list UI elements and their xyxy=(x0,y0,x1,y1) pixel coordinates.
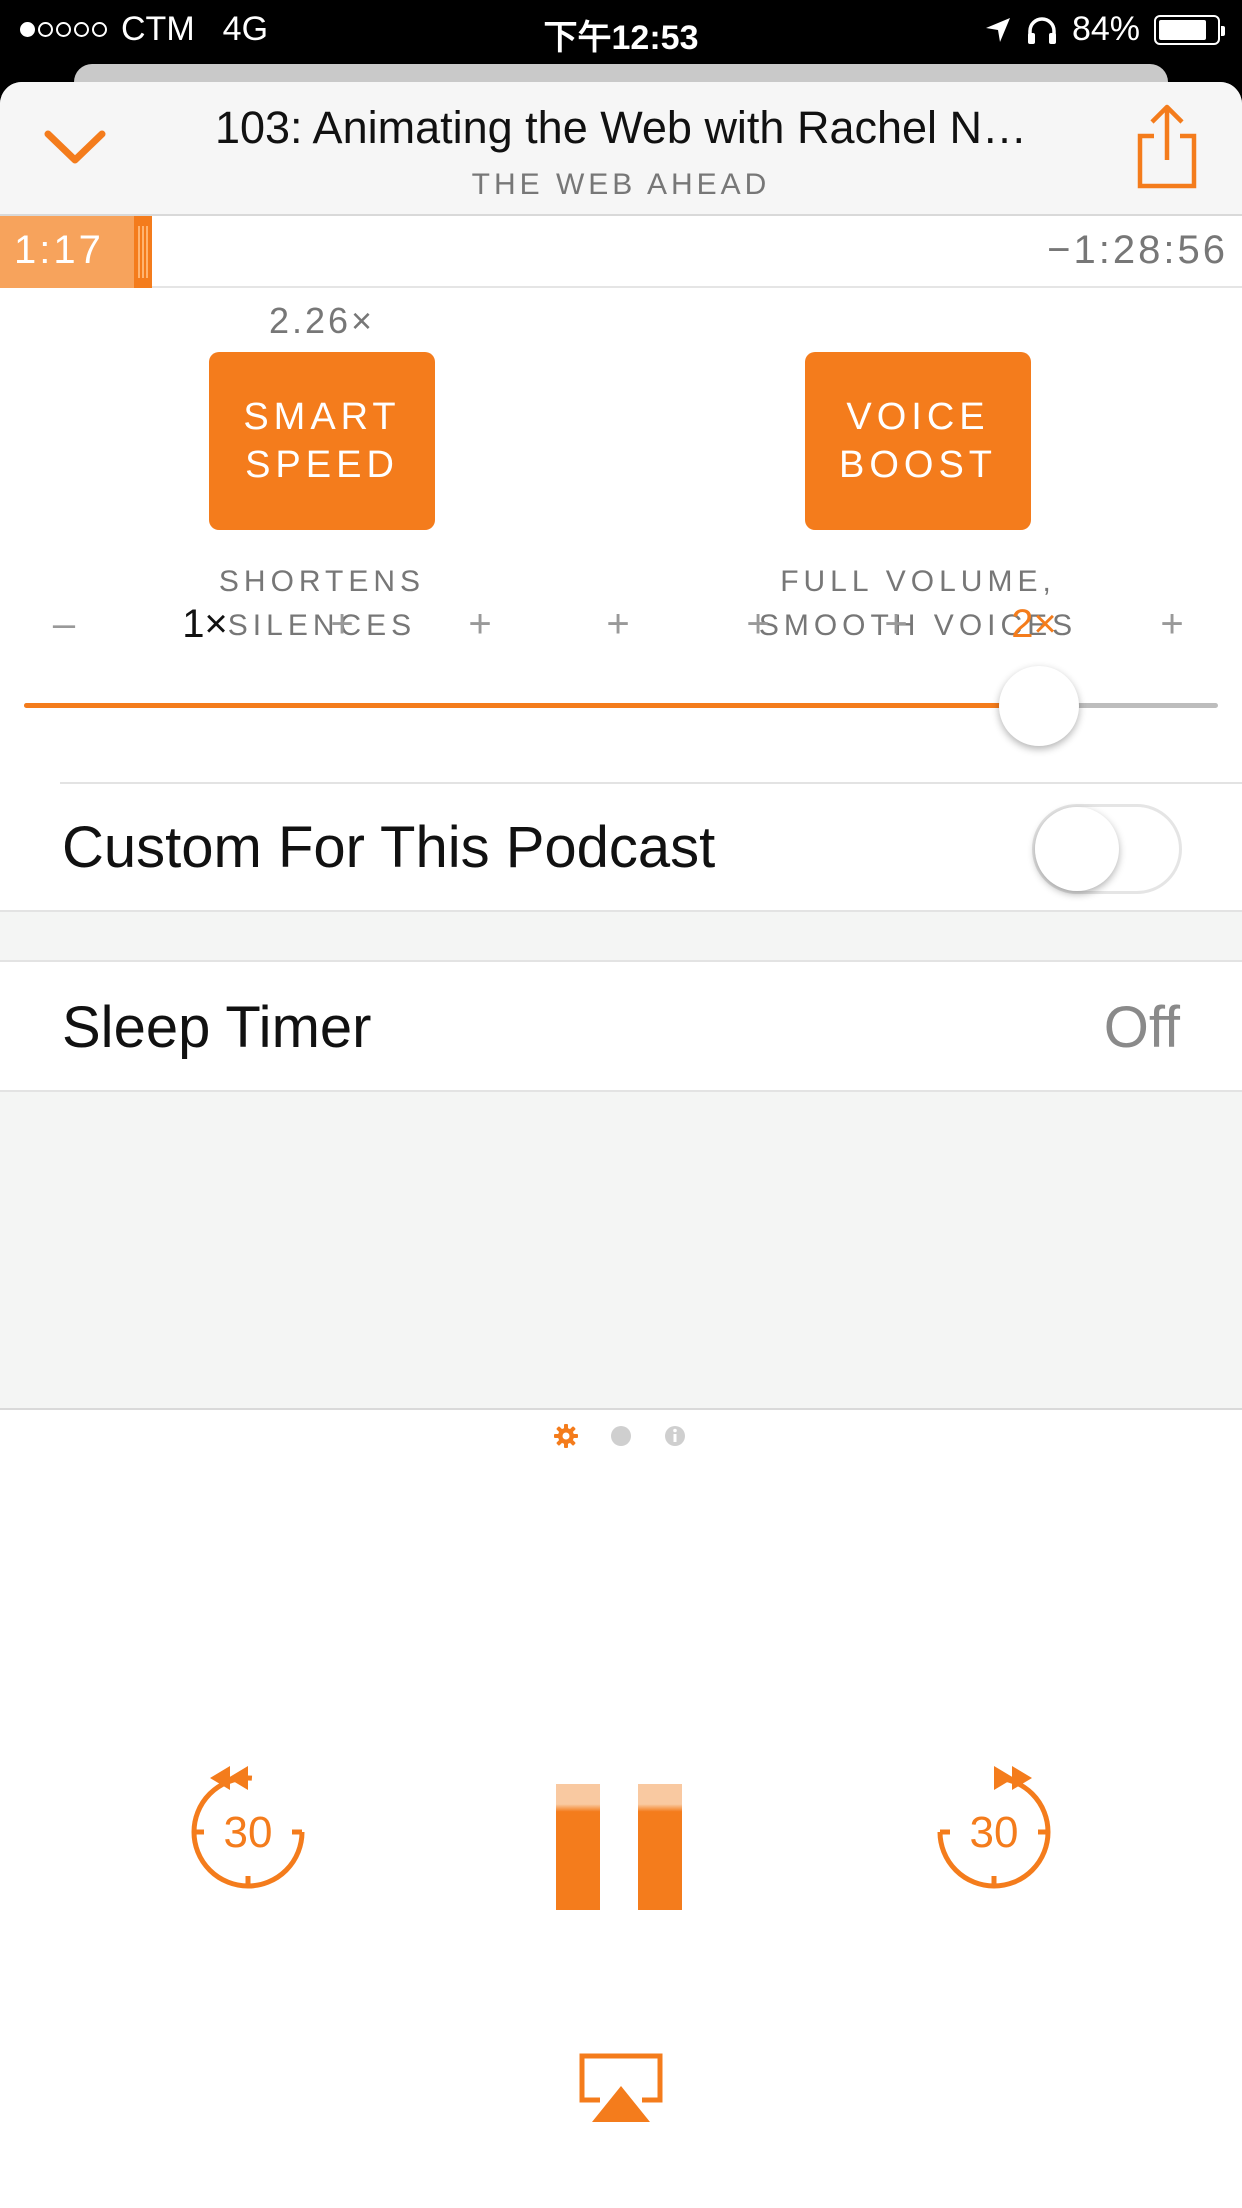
skip-forward-30-icon[interactable]: 30 xyxy=(914,1752,1074,1912)
speed-tick[interactable]: + xyxy=(1132,602,1212,647)
custom-for-podcast-label: Custom For This Podcast xyxy=(62,815,716,880)
smart-speed-value: 2.26× xyxy=(268,300,376,341)
smart-speed-effect: 2.26× SMART SPEED SHORTENS SILENCES xyxy=(122,300,522,648)
info-icon[interactable] xyxy=(661,1422,689,1450)
skip-back-amount: 30 xyxy=(224,1808,273,1857)
speed-tick[interactable]: + xyxy=(856,602,936,647)
skip-back-30-icon[interactable]: 30 xyxy=(168,1752,328,1912)
speed-tick[interactable]: + xyxy=(578,602,658,647)
voice-boost-button[interactable]: VOICE BOOST xyxy=(805,352,1031,530)
episode-title: 103: Animating the Web with Rachel N… xyxy=(214,102,1028,153)
voice-boost-label-line2: BOOST xyxy=(838,444,998,486)
toggle-knob xyxy=(1035,807,1119,891)
headphones-icon xyxy=(1027,16,1056,44)
voice-boost-label-line1: VOICE xyxy=(846,396,990,438)
status-right: 84% xyxy=(984,10,1225,49)
share-icon[interactable] xyxy=(1132,102,1202,192)
now-playing-card: 103: Animating the Web with Rachel N… TH… xyxy=(0,82,1242,2208)
custom-for-podcast-row: Custom For This Podcast xyxy=(0,782,1242,912)
smart-speed-label-line2: SPEED xyxy=(245,444,399,486)
smart-speed-button[interactable]: SMART SPEED xyxy=(209,352,435,530)
gear-icon[interactable] xyxy=(552,1422,580,1450)
progress-scrubber-handle[interactable] xyxy=(134,216,152,288)
sleep-timer-value: Off xyxy=(1103,995,1180,1060)
smart-speed-desc-line1: SHORTENS xyxy=(218,565,426,598)
speed-tick[interactable]: + xyxy=(718,602,798,647)
slider-fill xyxy=(24,703,1039,708)
playback-controls: 30 30 xyxy=(0,1742,1242,2002)
airplay-icon[interactable] xyxy=(578,2052,664,2126)
page-indicator xyxy=(0,1422,1242,1458)
section-separator xyxy=(0,912,1242,960)
speed-tick-labels: – 1× + + + + + 2× + xyxy=(0,602,1242,672)
smart-speed-label-line1: SMART xyxy=(243,396,401,438)
player-header: 103: Animating the Web with Rachel N… TH… xyxy=(0,82,1242,216)
chevron-down-icon[interactable] xyxy=(40,124,110,174)
episode-progress-bar[interactable]: 1:17 −1:28:56 xyxy=(0,216,1242,288)
sleep-timer-row[interactable]: Sleep Timer Off xyxy=(0,960,1242,1092)
voice-boost-desc-line1: FULL VOLUME, xyxy=(780,565,1056,598)
page-dot-icon[interactable] xyxy=(607,1422,635,1450)
custom-for-podcast-toggle[interactable] xyxy=(1032,804,1182,894)
speed-tick[interactable]: 1× xyxy=(165,602,245,647)
speed-tick[interactable]: – xyxy=(24,602,104,647)
playback-speed-slider[interactable] xyxy=(24,666,1218,746)
speed-tick[interactable]: + xyxy=(302,602,382,647)
speed-tick[interactable]: 2× xyxy=(994,602,1074,647)
elapsed-time: 1:17 xyxy=(0,216,134,288)
remaining-time: −1:28:56 xyxy=(1047,228,1228,272)
battery-icon xyxy=(1154,14,1225,45)
empty-area xyxy=(0,1092,1242,1410)
sleep-timer-label: Sleep Timer xyxy=(62,995,372,1060)
pause-button[interactable] xyxy=(556,1784,686,1910)
skip-forward-amount: 30 xyxy=(970,1808,1019,1857)
show-title: THE WEB AHEAD xyxy=(471,168,771,201)
location-arrow-icon xyxy=(985,17,1010,42)
battery-percent: 84% xyxy=(1071,10,1140,48)
status-bar: CTM 4G 下午12:53 84% xyxy=(0,0,1242,62)
slider-thumb[interactable] xyxy=(998,666,1079,746)
speed-tick[interactable]: + xyxy=(440,602,520,647)
